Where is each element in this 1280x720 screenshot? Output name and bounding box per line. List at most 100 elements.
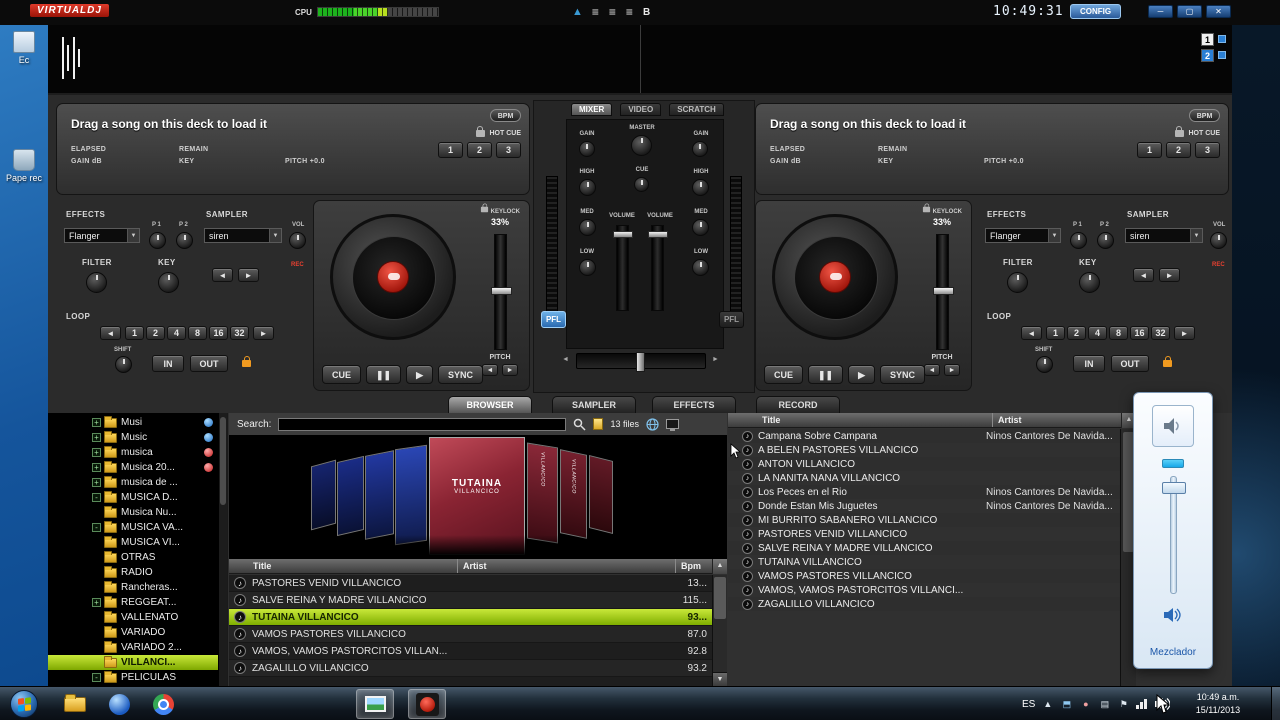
folder-item[interactable]: RADIO [48, 565, 227, 580]
track-row[interactable]: ♪SALVE REINA Y MADRE VILLANCICO [728, 541, 1120, 555]
pitch-slider[interactable] [494, 234, 507, 350]
tray-document-icon[interactable]: ▤ [1098, 699, 1111, 710]
crossfader-handle[interactable] [636, 352, 645, 372]
loop-4-button[interactable]: 4 [1088, 326, 1107, 340]
tab-browser[interactable]: BROWSER [448, 396, 532, 413]
loop-in-button[interactable]: IN [1073, 355, 1105, 372]
track-row[interactable]: ♪PASTORES VENID VILLANCICO13... [229, 575, 712, 592]
pause-button[interactable]: ❚❚ [366, 365, 401, 384]
filter-knob[interactable] [1007, 272, 1028, 293]
close-button[interactable]: ✕ [1206, 5, 1231, 18]
folder-item[interactable]: VALLENATO [48, 610, 227, 625]
volume-slider-handle[interactable] [1162, 482, 1186, 494]
maximize-button[interactable]: ▢ [1177, 5, 1202, 18]
tab-mixer[interactable]: MIXER [571, 103, 612, 116]
pitch-slider[interactable] [936, 234, 949, 350]
smart-lock-icon[interactable] [1163, 360, 1172, 367]
loop-half-button[interactable]: ◄ [1021, 326, 1042, 340]
loop-8-button[interactable]: 8 [1109, 326, 1128, 340]
taskbar-virtualdj-button[interactable] [408, 689, 446, 719]
view-bars-icon[interactable]: ≡ [609, 5, 617, 19]
track-row[interactable]: ♪PASTORES VENID VILLANCICO [728, 527, 1120, 541]
jog-wheel[interactable] [772, 214, 898, 340]
folder-item[interactable]: +REGGEAT... [48, 595, 227, 610]
tree-expander[interactable]: + [92, 478, 101, 487]
folder-item[interactable]: VARIADO [48, 625, 227, 640]
column-title[interactable]: Title [253, 561, 271, 571]
loop-2-button[interactable]: 2 [1067, 326, 1086, 340]
loop-1-button[interactable]: 1 [1046, 326, 1065, 340]
key-plus-button[interactable]: ► [238, 268, 259, 282]
sampler-select[interactable]: siren ▼ [204, 228, 282, 243]
grid-button-1[interactable]: 1 [1201, 33, 1214, 46]
effect-select[interactable]: Flanger ▼ [64, 228, 140, 243]
search-icon[interactable] [573, 418, 586, 431]
jog-wheel[interactable] [330, 214, 456, 340]
folder-item[interactable]: MUSICA VI... [48, 535, 227, 550]
dropdown-arrow-icon[interactable]: ▼ [269, 229, 281, 242]
track-row[interactable]: ♪VAMOS PASTORES VILLANCICO [728, 569, 1120, 583]
track-row[interactable]: ♪MI BURRITO SABANERO VILLANCICO [728, 513, 1120, 527]
search-input[interactable] [278, 418, 566, 431]
volume-fader-right[interactable] [651, 225, 664, 311]
tab-video[interactable]: VIDEO [620, 103, 661, 116]
tracklist-scrollbar[interactable]: ▼ [712, 575, 727, 686]
loop-2-button[interactable]: 2 [146, 326, 165, 340]
album-cover[interactable] [365, 450, 394, 540]
waveform-zoom-icon[interactable]: ▲ [572, 6, 583, 18]
column-separator[interactable] [457, 559, 458, 573]
cue-button[interactable]: CUE [322, 365, 361, 384]
album-cover[interactable] [337, 456, 364, 536]
eq-med-knob-right[interactable] [692, 219, 709, 236]
tab-scratch[interactable]: SCRATCH [669, 103, 724, 116]
key-minus-button[interactable]: ◄ [1133, 268, 1154, 282]
key-knob[interactable] [1079, 272, 1100, 293]
grid-button-2[interactable]: 2 [1201, 49, 1214, 62]
cue-knob[interactable] [634, 177, 649, 192]
track-row[interactable]: ♪Los Peces en el RioNinos Cantores De Na… [728, 485, 1120, 499]
sampler-rec-button[interactable]: REC [291, 262, 304, 268]
scroll-up-button[interactable]: ▲ [712, 559, 727, 574]
lock-icon[interactable] [1175, 130, 1184, 137]
album-cover[interactable] [395, 445, 427, 545]
pfl-right-button[interactable]: PFL [719, 311, 744, 328]
pause-button[interactable]: ❚❚ [808, 365, 843, 384]
track-row[interactable]: ♪LA NANITA NANA VILLANCICO [728, 471, 1120, 485]
album-cover[interactable] [589, 455, 613, 534]
tree-expander[interactable]: + [92, 463, 101, 472]
monitor-icon[interactable] [666, 419, 679, 429]
loop-16-button[interactable]: 16 [209, 326, 228, 340]
loop-32-button[interactable]: 32 [1151, 326, 1170, 340]
folder-item[interactable]: +Music [48, 430, 227, 445]
mute-button[interactable] [1158, 604, 1188, 626]
dropdown-arrow-icon[interactable]: ▼ [127, 229, 139, 242]
folder-item[interactable]: Rancheras... [48, 580, 227, 595]
album-cover[interactable]: VILLANCICO [527, 443, 558, 544]
folder-item[interactable]: OTRAS [48, 550, 227, 565]
folder-item[interactable]: VARIADO 2... [48, 640, 227, 655]
view-bars-icon[interactable]: ≡ [626, 5, 634, 19]
loop-in-button[interactable]: IN [152, 355, 184, 372]
pitch-slider-handle[interactable] [491, 287, 512, 295]
sampler-volume-knob[interactable] [1210, 232, 1227, 249]
taskbar-photoviewer-button[interactable] [356, 689, 394, 719]
taskbar-chrome-button[interactable] [144, 689, 182, 719]
file-icon[interactable] [593, 418, 603, 430]
pitch-bend-plus-button[interactable]: ► [944, 364, 960, 376]
loop-32-button[interactable]: 32 [230, 326, 249, 340]
loop-double-button[interactable]: ► [253, 326, 274, 340]
eq-low-knob-left[interactable] [579, 259, 596, 276]
effect-param2-knob[interactable] [176, 232, 193, 249]
mixer-link[interactable]: Mezclador [1134, 647, 1212, 658]
lock-icon[interactable] [476, 130, 485, 137]
coverflow-view[interactable]: VILLANCICO VILLANCICO TUTAINA VILLANCICO [229, 435, 727, 559]
track-row[interactable]: ♪ZAGALILLO VILLANCICO [728, 597, 1120, 611]
play-button[interactable]: ▶ [848, 365, 875, 384]
tray-app-icon[interactable]: ● [1079, 699, 1092, 709]
master-knob[interactable] [631, 135, 652, 156]
eq-low-knob-right[interactable] [692, 259, 709, 276]
loop-out-button[interactable]: OUT [190, 355, 228, 372]
column-separator[interactable] [675, 559, 676, 573]
dropdown-arrow-icon[interactable]: ▼ [1190, 229, 1202, 242]
key-minus-button[interactable]: ◄ [212, 268, 233, 282]
